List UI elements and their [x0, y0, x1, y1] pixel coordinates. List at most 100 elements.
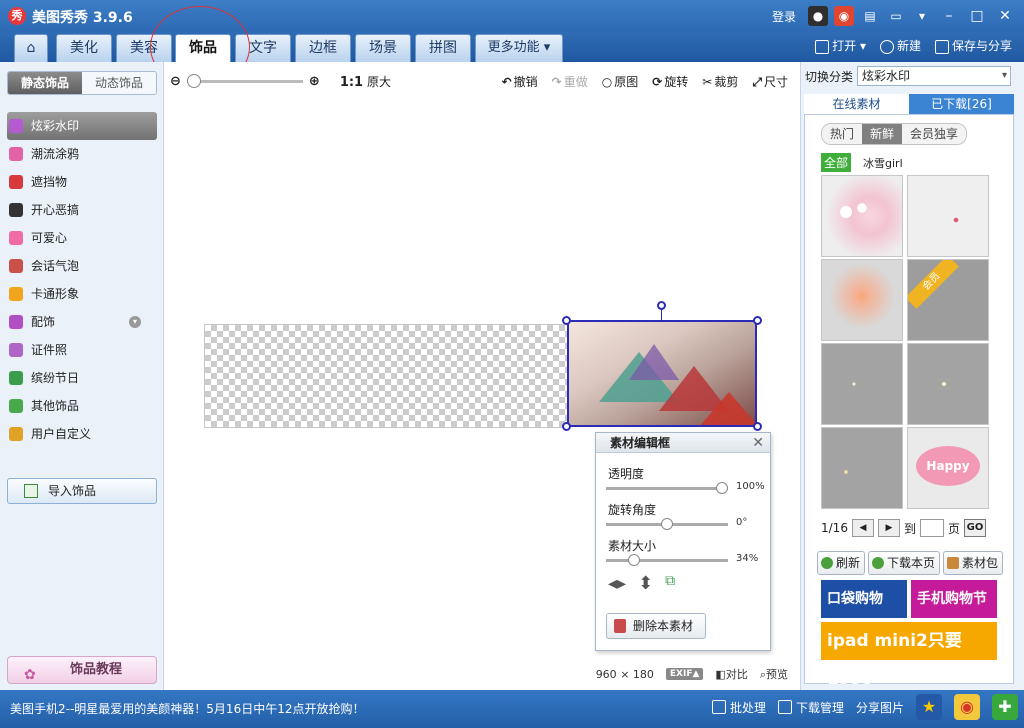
material-thumbnail[interactable]: 会员 [907, 259, 989, 341]
crop-button[interactable]: ✂ 裁剪 [702, 73, 738, 90]
material-thumbnail[interactable] [821, 259, 903, 341]
category-select[interactable]: 炫彩水印 ▾ [857, 66, 1012, 86]
filter-author[interactable]: 冰雪girl [863, 155, 903, 171]
redo-button[interactable]: ↷ 重做 [552, 73, 588, 90]
new-button[interactable]: 新建 [879, 37, 921, 54]
resize-handle-bottom-right[interactable] [753, 422, 762, 431]
size-slider-knob[interactable] [628, 554, 640, 566]
weibo-icon[interactable]: ◉ [834, 6, 854, 26]
exif-button[interactable]: EXIF▲ [665, 668, 704, 680]
go-button[interactable]: GO [963, 519, 986, 537]
tab-hot[interactable]: 热门 [822, 124, 863, 144]
category-item[interactable]: 其他饰品 [7, 392, 157, 420]
next-page-button[interactable]: ▶ [877, 519, 900, 537]
zoom-slider-knob[interactable] [186, 74, 201, 88]
ad-mobile-shopping[interactable]: 手机购物节 [911, 580, 997, 618]
category-item[interactable]: 缤纷节日 [7, 364, 157, 392]
material-thumbnail[interactable] [821, 343, 903, 425]
material-pack-button[interactable]: 素材包 [943, 551, 1004, 575]
resize-button[interactable]: ⤢ 尺寸 [752, 73, 788, 90]
filter-all[interactable]: 全部 [821, 153, 852, 172]
flip-vertical-icon[interactable]: ⬍ [638, 573, 653, 594]
resize-handle-top-right[interactable] [753, 316, 762, 325]
open-button[interactable]: 打开 ▾ [815, 37, 866, 54]
save-share-button[interactable]: 保存与分享 [934, 37, 1012, 54]
menu-icon[interactable]: ▾ [912, 6, 932, 26]
download-manager-button[interactable]: 下载管理 [777, 699, 844, 716]
resize-handle-bottom-left[interactable] [562, 422, 571, 431]
duplicate-icon[interactable]: ⧉ [665, 573, 675, 594]
category-item[interactable]: 开心恶搞 [7, 196, 157, 224]
status-message[interactable]: 美图手机2--明星最爱用的美颜神器！5月16日中午12点开放抢购！ [10, 700, 364, 717]
share-image-button[interactable]: 分享图片 [856, 699, 904, 716]
category-item[interactable]: 可爱心 [7, 224, 157, 252]
rotate-button[interactable]: ⟳ 旋转 [652, 73, 688, 90]
actual-size-button[interactable]: 1:1 原大 [340, 73, 391, 90]
canvas-area: 素材编辑框 ✕ 透明度 100% 旋转角度 0° 素材大小 34% ◂▸ ⬍ ⧉… [164, 100, 800, 690]
category-item[interactable]: 用户自定义 [7, 420, 157, 448]
expand-icon[interactable]: ▾ [129, 316, 141, 328]
preview-button[interactable]: ⌕预览 [760, 666, 788, 682]
weibo-share-icon[interactable]: ◉ [954, 694, 980, 720]
image-canvas[interactable] [204, 324, 570, 428]
undo-button[interactable]: ↶ 撤销 [502, 73, 538, 90]
material-thumbnail[interactable]: Happy [907, 427, 989, 509]
zoom-slider[interactable] [186, 74, 303, 88]
prev-page-button[interactable]: ◀ [851, 519, 874, 537]
close-button[interactable]: ✕ [994, 6, 1016, 26]
qq-icon[interactable]: ● [808, 6, 828, 26]
tab-frame[interactable]: 边框 [295, 34, 351, 62]
download-page-button[interactable]: 下载本页 [868, 551, 941, 575]
category-item[interactable]: 炫彩水印 [7, 112, 157, 140]
tab-online-materials[interactable]: 在线素材 [804, 94, 909, 114]
tab-animated-accessories[interactable]: 动态饰品 [82, 72, 156, 94]
import-accessory-button[interactable]: 导入饰品 [7, 478, 157, 504]
minimize-button[interactable]: – [938, 6, 960, 26]
tab-collage[interactable]: 拼图 [415, 34, 471, 62]
category-item[interactable]: 证件照 [7, 336, 157, 364]
material-thumbnail[interactable] [907, 343, 989, 425]
category-item[interactable]: 会话气泡 [7, 252, 157, 280]
tab-members-only[interactable]: 会员独享 [902, 124, 967, 144]
material-thumbnail[interactable] [821, 175, 903, 257]
close-icon[interactable]: ✕ [752, 433, 764, 453]
original-button[interactable]: ○ 原图 [602, 73, 639, 90]
category-item[interactable]: 潮流涂鸦 [7, 140, 157, 168]
star-icon[interactable]: ★ [916, 694, 942, 720]
tab-downloaded[interactable]: 已下载[26] [909, 94, 1014, 114]
add-icon[interactable]: ✚ [992, 694, 1018, 720]
tab-more-features[interactable]: 更多功能 ▾ [475, 34, 563, 62]
selected-material[interactable] [567, 320, 757, 427]
batch-process-button[interactable]: 批处理 [711, 699, 766, 716]
category-item[interactable]: 配饰 ▾ [7, 308, 157, 336]
tab-fresh[interactable]: 新鲜 [862, 124, 903, 144]
refresh-button[interactable]: 刷新 [817, 551, 866, 575]
material-thumbnail[interactable] [821, 427, 903, 509]
compare-button[interactable]: ◧对比 [715, 666, 747, 682]
rotate-icon: ⟳ [652, 75, 663, 89]
ad-ipad-mini[interactable]: ipad mini2只要1999 [821, 622, 997, 689]
flip-horizontal-icon[interactable]: ◂▸ [608, 573, 626, 594]
tab-scene[interactable]: 场景 [355, 34, 411, 62]
accessory-tutorial-button[interactable]: ✿ 饰品教程 [7, 656, 157, 684]
login-link[interactable]: 登录 [772, 8, 796, 25]
skin-icon[interactable]: ▤ [860, 6, 880, 26]
maximize-button[interactable]: □ [966, 6, 988, 26]
tab-beautify[interactable]: 美化 [56, 34, 112, 62]
category-item[interactable]: 遮挡物 [7, 168, 157, 196]
download-manager-icon [777, 700, 792, 714]
category-icon [9, 371, 23, 385]
feedback-icon[interactable]: ▭ [886, 6, 906, 26]
page-input[interactable] [919, 519, 944, 537]
category-item[interactable]: 卡通形象 [7, 280, 157, 308]
resize-handle-top-left[interactable] [562, 316, 571, 325]
home-tab[interactable]: ⌂ [14, 34, 48, 62]
tab-static-accessories[interactable]: 静态饰品 [8, 72, 82, 94]
zoom-out-icon[interactable]: ⊖ [170, 74, 181, 89]
material-thumbnail[interactable] [907, 175, 989, 257]
zoom-in-icon[interactable]: ⊕ [309, 74, 320, 89]
delete-material-button[interactable]: 删除本素材 [606, 613, 706, 639]
size-slider[interactable] [606, 554, 728, 566]
ad-pocket-shopping[interactable]: 口袋购物 [821, 580, 907, 618]
rotation-handle[interactable] [657, 301, 666, 310]
